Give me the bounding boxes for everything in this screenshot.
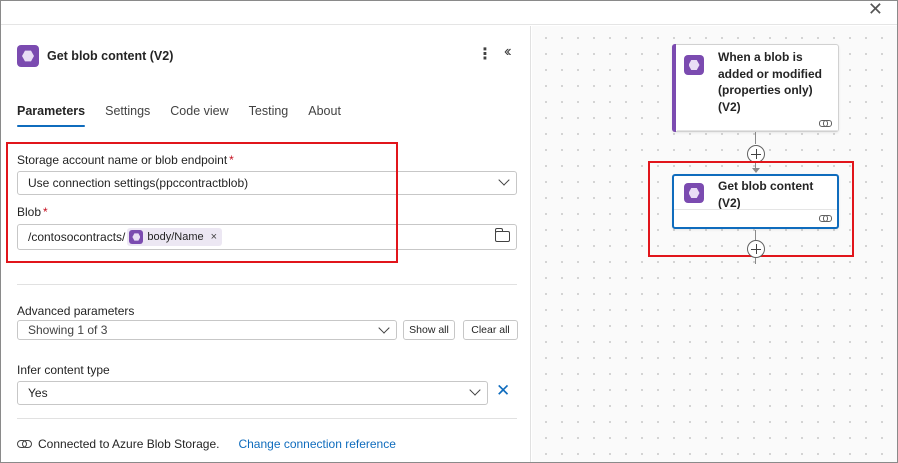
tab-testing[interactable]: Testing: [249, 104, 289, 128]
double-chevron-left-icon[interactable]: ‹‹: [504, 43, 511, 61]
tab-about[interactable]: About: [308, 104, 341, 128]
card-footer-divider: [677, 130, 838, 131]
azure-blob-icon: [684, 55, 704, 75]
divider: [17, 418, 517, 419]
top-bar: ✕: [1, 0, 897, 25]
connector-line: [755, 258, 756, 264]
connection-text: Connected to Azure Blob Storage.: [38, 437, 220, 451]
advanced-parameters-value: Showing 1 of 3: [28, 323, 108, 337]
card-stripe: [672, 44, 676, 132]
flow-canvas[interactable]: When a blob is added or modified (proper…: [532, 26, 897, 462]
trigger-card[interactable]: When a blob is added or modified (proper…: [672, 44, 839, 132]
advanced-parameters-label: Advanced parameters: [17, 304, 135, 318]
clear-parameter-icon[interactable]: ✕: [496, 381, 510, 401]
add-step-button[interactable]: [747, 240, 765, 258]
panel-title: Get blob content (V2): [47, 49, 174, 63]
infer-content-type-dropdown[interactable]: Yes: [17, 381, 488, 405]
connection-info: Connected to Azure Blob Storage. Change …: [17, 437, 396, 451]
link-icon: [819, 120, 832, 127]
trigger-title: When a blob is added or modified (proper…: [718, 50, 823, 114]
clear-all-button[interactable]: Clear all: [463, 320, 518, 340]
chevron-down-icon: [498, 174, 510, 186]
tab-list: Parameters Settings Code view Testing Ab…: [17, 104, 361, 128]
advanced-parameters-dropdown[interactable]: Showing 1 of 3: [17, 320, 397, 340]
divider: [17, 284, 517, 285]
more-vertical-icon[interactable]: ⋮: [477, 44, 493, 64]
chevron-down-icon: [469, 384, 481, 396]
panel-header: Get blob content (V2): [17, 44, 173, 68]
highlight-box: [6, 142, 398, 263]
connector-line: [755, 132, 756, 144]
close-icon[interactable]: ✕: [868, 0, 883, 20]
azure-blob-icon: [17, 45, 39, 67]
show-all-button[interactable]: Show all: [403, 320, 455, 340]
action-details-panel: Get blob content (V2) ⋮ ‹‹ Parameters Se…: [1, 26, 531, 462]
folder-icon[interactable]: [495, 228, 510, 242]
tab-code-view[interactable]: Code view: [170, 104, 228, 128]
link-icon: [17, 440, 32, 448]
tab-parameters[interactable]: Parameters: [17, 104, 86, 128]
tab-settings[interactable]: Settings: [105, 104, 150, 128]
infer-content-type-value: Yes: [28, 386, 48, 400]
chevron-down-icon: [378, 322, 390, 334]
change-connection-link[interactable]: Change connection reference: [238, 437, 395, 451]
infer-content-type-label: Infer content type: [17, 363, 110, 377]
